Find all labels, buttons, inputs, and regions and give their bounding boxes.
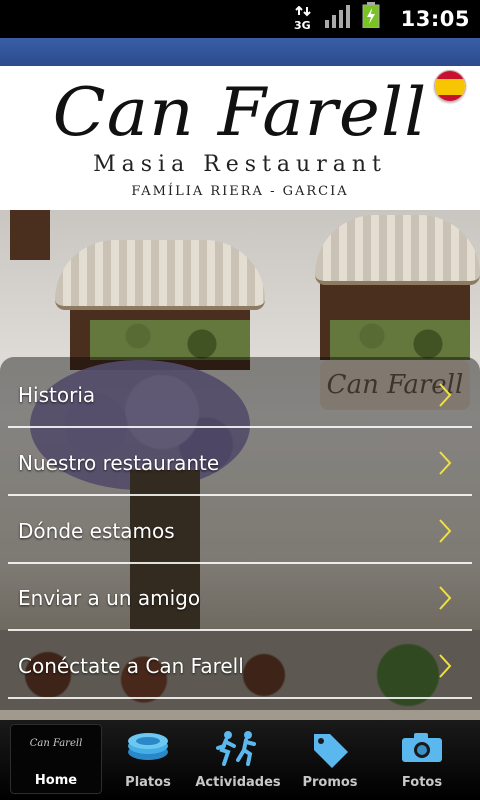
battery-charging-icon xyxy=(362,2,380,32)
chevron-right-icon xyxy=(439,653,452,678)
logo-subtitle: Masia Restaurant xyxy=(93,152,387,177)
logo-title: Can Farell xyxy=(52,74,428,151)
chevron-right-icon xyxy=(439,450,452,475)
main-menu: Historia Nuestro restaurante Dónde estam… xyxy=(0,357,480,710)
menu-divider xyxy=(8,426,472,428)
menu-divider xyxy=(8,697,472,699)
tab-label: Promos xyxy=(302,775,358,790)
tab-platos[interactable]: Platos xyxy=(100,720,196,800)
tab-fotos[interactable]: Fotos xyxy=(374,720,470,800)
menu-divider xyxy=(8,494,472,496)
status-bar: 3G 13:05 xyxy=(0,0,480,38)
status-time: 13:05 xyxy=(400,7,470,31)
tab-label: Fotos xyxy=(401,775,443,790)
menu-item-label: Conéctate a Can Farell xyxy=(18,653,244,678)
tab-label: Platos xyxy=(125,775,171,790)
menu-item-donde-estamos[interactable]: Dónde estamos xyxy=(8,497,472,564)
tag-icon xyxy=(314,734,348,768)
menu-item-label: Nuestro restaurante xyxy=(18,450,220,475)
logo-family: FAMÍLIA RIERA - GARCIA xyxy=(131,184,349,199)
network-type-label: 3G xyxy=(294,19,311,32)
app-header: Can Farell Masia Restaurant FAMÍLIA RIER… xyxy=(0,66,480,210)
status-icons: 3G xyxy=(294,2,380,32)
menu-item-nuestro-restaurante[interactable]: Nuestro restaurante xyxy=(8,429,472,496)
menu-item-enviar-amigo[interactable]: Enviar a un amigo xyxy=(8,564,472,631)
menu-item-label: Historia xyxy=(18,382,96,407)
data-transfer-icon: 3G xyxy=(294,5,312,32)
menu-item-historia[interactable]: Historia xyxy=(8,361,472,428)
chevron-right-icon xyxy=(439,382,452,407)
tab-home[interactable]: Can Farell Home xyxy=(0,720,112,800)
menu-item-label: Enviar a un amigo xyxy=(18,585,201,610)
home-logo-icon: Can Farell xyxy=(29,738,83,749)
chevron-right-icon xyxy=(439,518,452,543)
bottom-tab-bar: Can Farell Home Platos Actividades Promo… xyxy=(0,720,480,800)
header-strip xyxy=(0,38,480,66)
tab-label: Home xyxy=(34,773,78,788)
menu-item-label: Dónde estamos xyxy=(18,518,175,543)
camera-icon xyxy=(402,733,442,762)
tab-actividades[interactable]: Actividades xyxy=(190,720,286,800)
plates-icon xyxy=(128,733,168,760)
spain-flag-icon[interactable] xyxy=(434,70,466,102)
signal-strength-icon xyxy=(324,4,350,32)
tab-label: Actividades xyxy=(195,775,281,790)
menu-item-conectate[interactable]: Conéctate a Can Farell xyxy=(8,632,472,699)
menu-divider xyxy=(8,629,472,631)
activities-icon xyxy=(216,731,256,766)
tab-promos[interactable]: Promos xyxy=(282,720,378,800)
chevron-right-icon xyxy=(439,585,452,610)
